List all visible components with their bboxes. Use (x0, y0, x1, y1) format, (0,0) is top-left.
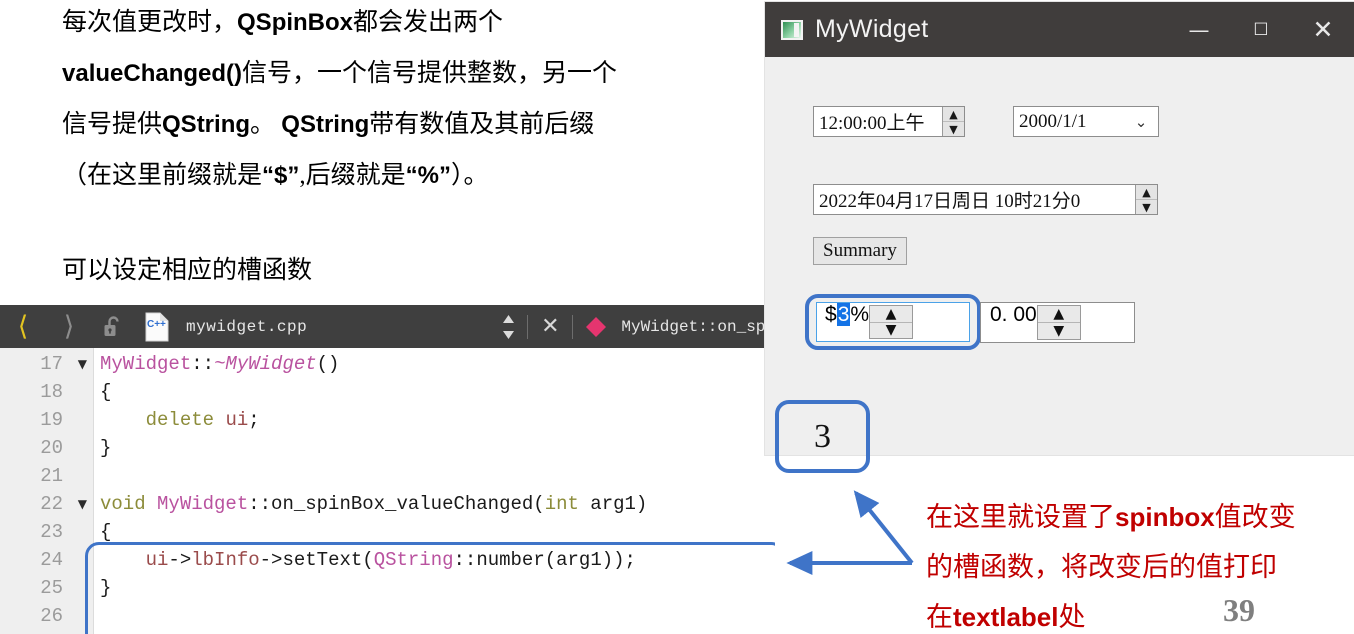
summary-button[interactable]: Summary (813, 237, 907, 265)
prefix-spinbox-spinner[interactable]: ▲ ▼ (869, 305, 914, 339)
line-number: 22 ▼ (0, 490, 93, 518)
page-number: 39 (1223, 592, 1255, 628)
time-edit-value: 12:00:00上午 (819, 113, 925, 134)
editor-filename[interactable]: mywidget.cpp (186, 318, 307, 336)
fold-toggle-icon[interactable]: ▼ (78, 490, 87, 518)
slide-paragraph-2: valueChanged()信号，一个信号提供整数，另一个 (62, 60, 618, 87)
qt-window-icon (781, 19, 803, 40)
arrow-to-info-label (853, 490, 914, 565)
svg-text:C++: C++ (147, 319, 166, 330)
datetime-edit-value: 2022年04月17日周日 10时21分0 (819, 191, 1081, 212)
cpp-file-icon[interactable]: C++ (134, 305, 180, 348)
slide-paragraph-4: （在这里前缀就是“$”,后缀就是“%”）。 (62, 162, 489, 189)
double-spinbox-value: 0. 00 (990, 303, 1037, 326)
prefix-spinbox-value: 3 (836, 303, 851, 326)
sort-updown-icon[interactable] (489, 305, 527, 348)
line-number: 26 (40, 605, 63, 627)
spin-up-icon[interactable]: ▲ (943, 107, 964, 122)
line-number-gutter: 17 ▼ 18 19 20 21 22 ▼ 23 24 25 26 (0, 348, 94, 634)
slide-paragraph-1: 每次值更改时，QSpinBox都会发出两个 (62, 9, 504, 36)
line-number: 19 (40, 409, 63, 431)
maximize-button[interactable]: ☐ (1230, 2, 1292, 57)
code-line[interactable]: delete ui; (100, 406, 260, 434)
code-line[interactable]: { (100, 378, 111, 406)
line-number: 25 (40, 577, 63, 599)
slide-paragraph-3: 信号提供QString。 QString带有数值及其前后缀 (62, 111, 595, 138)
qt-window-title: MyWidget (815, 15, 929, 43)
qt-window-body: 12:00:00上午 ▲ ▼ 2000/1/1 ⌄ 2022年04月17日周日 … (765, 57, 1354, 455)
line-number: 18 (40, 381, 63, 403)
spin-up-icon[interactable]: ▲ (1037, 306, 1080, 323)
spin-down-icon[interactable]: ▼ (1136, 200, 1157, 214)
time-edit-spinner[interactable]: ▲ ▼ (942, 107, 964, 136)
chevron-down-icon[interactable]: ⌄ (1124, 107, 1158, 136)
spin-up-icon[interactable]: ▲ (870, 306, 913, 323)
editor-toolbar: ⟨ ⟩ C++ mywidget.cpp ✕ MyWidget::on_spi (0, 305, 775, 348)
chevron-right-icon[interactable]: ⟩ (46, 305, 92, 348)
spin-down-icon[interactable]: ▼ (943, 122, 964, 136)
annotation-line-3: 在textlabel处 (926, 602, 1086, 632)
spin-down-icon[interactable]: ▼ (1038, 323, 1080, 339)
prefix-spinbox-prefix: $ (825, 303, 837, 326)
spin-up-icon[interactable]: ▲ (1136, 185, 1157, 200)
window-close-button[interactable]: ✕ (1292, 2, 1354, 57)
line-number: 20 (40, 437, 63, 459)
unlock-icon[interactable] (92, 305, 134, 348)
slide-canvas: 每次值更改时，QSpinBox都会发出两个 valueChanged()信号，一… (0, 0, 1354, 634)
date-combobox[interactable]: 2000/1/1 ⌄ (1013, 106, 1159, 137)
date-combobox-value: 2000/1/1 (1019, 110, 1087, 132)
time-edit[interactable]: 12:00:00上午 ▲ ▼ (813, 106, 965, 137)
double-spinbox-spinner[interactable]: ▲ ▼ (1036, 305, 1081, 340)
close-icon[interactable]: ✕ (528, 305, 572, 348)
spin-down-icon[interactable]: ▼ (870, 323, 912, 339)
code-area[interactable]: 17 ▼1819202122 ▼23242526 MyWidget::~MyWidg… (0, 348, 775, 634)
datetime-edit[interactable]: 2022年04月17日周日 10时21分0 ▲ ▼ (813, 184, 1158, 215)
line-number: 24 (40, 549, 63, 571)
code-line[interactable]: { (100, 518, 111, 546)
minimize-button[interactable]: — (1168, 2, 1230, 57)
qt-title-bar[interactable]: MyWidget — ☐ ✕ (765, 2, 1354, 57)
window-system-buttons: — ☐ ✕ (1168, 2, 1354, 57)
code-line[interactable]: MyWidget::~MyWidget() (100, 350, 339, 378)
diamond-icon (573, 305, 619, 348)
chevron-left-icon[interactable]: ⟨ (0, 305, 46, 348)
line-number: 23 (40, 521, 63, 543)
slide-paragraph-5: 可以设定相应的槽函数 (62, 257, 313, 284)
line-number: 21 (40, 465, 63, 487)
qt-application-window: MyWidget — ☐ ✕ 12:00:00上午 ▲ ▼ 2000/1/1 ⌄… (765, 2, 1354, 455)
slide-text-block: 每次值更改时，QSpinBox都会发出两个 valueChanged()信号，一… (0, 0, 770, 305)
annotation-line-2: 的槽函数，将改变后的值打印 (926, 552, 1277, 582)
info-label-highlight: 3 (775, 400, 870, 473)
datetime-edit-spinner[interactable]: ▲ ▼ (1135, 185, 1157, 214)
prefix-spinbox-suffix: % (850, 303, 870, 326)
editor-symbol-label[interactable]: MyWidget::on_spi (621, 318, 775, 336)
line-number: 17 ▼ (0, 350, 93, 378)
code-line[interactable]: } (100, 434, 111, 462)
code-editor: ⟨ ⟩ C++ mywidget.cpp ✕ MyWidget::on_spi … (0, 305, 775, 634)
annotation-line-1: 在这里就设置了spinbox值改变 (926, 502, 1296, 532)
code-line[interactable]: } (100, 574, 111, 602)
prefix-spinbox-text: $3% (817, 303, 869, 341)
double-spinbox[interactable]: 0. 00 ▲ ▼ (980, 302, 1135, 343)
code-line[interactable]: void MyWidget::on_spinBox_valueChanged(i… (100, 490, 647, 518)
code-line[interactable]: ui->lbInfo->setText(QString::number(arg1… (100, 546, 636, 574)
prefix-spinbox[interactable]: $3% ▲ ▼ (816, 302, 970, 342)
fold-toggle-icon[interactable]: ▼ (78, 350, 87, 378)
